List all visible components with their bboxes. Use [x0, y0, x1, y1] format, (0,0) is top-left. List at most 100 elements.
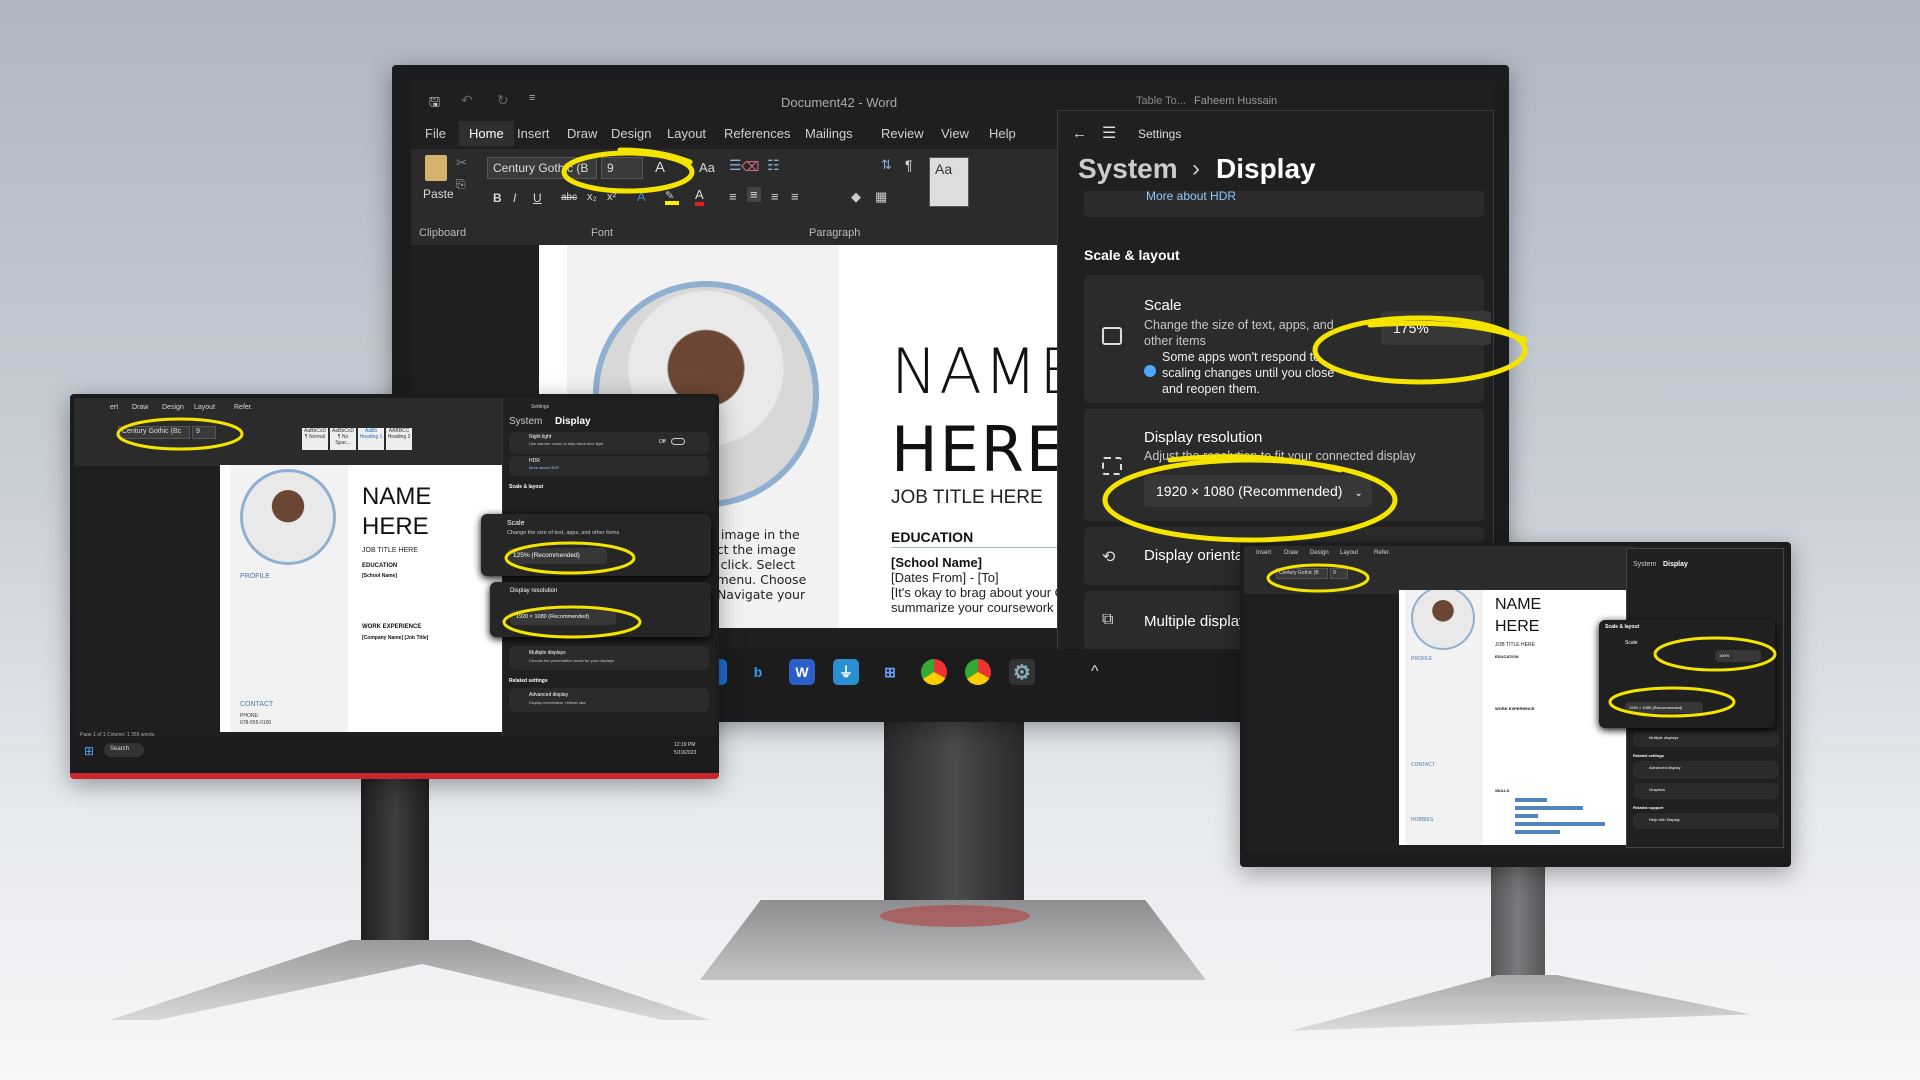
- grow-font-button[interactable]: A: [655, 159, 665, 176]
- plug-icon[interactable]: ⏚: [833, 659, 859, 685]
- right-font-size-select[interactable]: 9: [1330, 568, 1348, 579]
- tab-help[interactable]: Help: [979, 121, 1026, 146]
- back-icon[interactable]: ←: [1072, 125, 1087, 142]
- superscript-button[interactable]: x²: [607, 191, 616, 203]
- right-graphics-card[interactable]: Graphics: [1633, 783, 1779, 799]
- tab-insert[interactable]: Insert: [507, 121, 560, 146]
- pilcrow-icon[interactable]: ¶: [905, 157, 913, 173]
- right-help-card[interactable]: Help with Display: [1633, 813, 1779, 829]
- left-resolution-dropdown[interactable]: 1920 × 1080 (Recommended): [510, 610, 616, 625]
- change-case-button[interactable]: Aa: [699, 160, 715, 175]
- left-start-icon[interactable]: ⊞: [84, 744, 94, 758]
- right-font-name-select[interactable]: Century Gothic (B: [1276, 568, 1328, 579]
- left-night-light-toggle[interactable]: [671, 438, 685, 445]
- tab-references[interactable]: References: [714, 121, 800, 146]
- scale-dropdown[interactable]: 175%: [1381, 311, 1491, 345]
- tab-draw[interactable]: Draw: [557, 121, 607, 146]
- redo-icon[interactable]: ↻: [497, 92, 509, 109]
- left-multiple-card[interactable]: Multiple displays Choose the presentatio…: [509, 646, 709, 670]
- right-tab-design[interactable]: Design: [1310, 550, 1329, 556]
- settings-icon[interactable]: ⚙: [1009, 659, 1035, 685]
- hdr-card[interactable]: More about HDR: [1084, 189, 1484, 217]
- cut-icon[interactable]: ✂: [456, 155, 467, 171]
- word-icon[interactable]: W: [789, 659, 815, 685]
- tab-layout[interactable]: Layout: [657, 121, 716, 146]
- breadcrumb-system[interactable]: System: [1078, 153, 1178, 185]
- bullets-icon[interactable]: ☰: [729, 157, 742, 174]
- left-scale-dropdown[interactable]: 125% (Recommended): [507, 548, 607, 564]
- align-center-icon[interactable]: ≡: [747, 187, 761, 202]
- left-search-box[interactable]: Search: [104, 743, 144, 757]
- underline-button[interactable]: U: [533, 191, 542, 205]
- bold-button[interactable]: B: [493, 191, 502, 205]
- clear-format-icon[interactable]: ⌫: [741, 159, 759, 175]
- right-tab-layout[interactable]: Layout: [1340, 550, 1358, 556]
- menu-icon[interactable]: ☰: [1102, 123, 1116, 143]
- align-left-icon[interactable]: ≡: [729, 189, 737, 204]
- justify-icon[interactable]: ≡: [791, 189, 799, 204]
- styles-gallery[interactable]: Aa: [929, 157, 969, 207]
- left-night-light-card[interactable]: Night light Use warmer colors to help bl…: [509, 432, 709, 454]
- tab-file[interactable]: File: [415, 121, 456, 146]
- left-tab-insert[interactable]: ert: [110, 404, 118, 411]
- right-multiple-card[interactable]: Multiple displays: [1633, 731, 1779, 747]
- numbering-icon[interactable]: ☷: [767, 157, 780, 174]
- right-scale-dropdown[interactable]: 100%: [1715, 650, 1761, 662]
- user-name[interactable]: Faheem Hussain: [1194, 95, 1277, 107]
- undo-icon[interactable]: ↶: [461, 92, 473, 109]
- paste-button[interactable]: Paste: [423, 187, 454, 201]
- chrome-icon[interactable]: [921, 659, 947, 685]
- apps-icon[interactable]: ⊞: [877, 659, 903, 685]
- save-icon[interactable]: 🖫: [429, 93, 440, 115]
- sort-icon[interactable]: ⇅: [881, 157, 892, 173]
- borders-icon[interactable]: ▦: [875, 189, 887, 205]
- right-tab-insert[interactable]: Insert: [1256, 550, 1271, 556]
- chevron-up-icon[interactable]: ^: [1091, 663, 1099, 681]
- right-resolution-dropdown[interactable]: 1920 × 1080 (Recommended): [1625, 702, 1703, 713]
- left-tab-references[interactable]: Refer.: [234, 404, 253, 411]
- highlight-icon[interactable]: ✎: [665, 189, 679, 205]
- tab-design[interactable]: Design: [601, 121, 661, 146]
- subscript-button[interactable]: x₂: [587, 191, 597, 203]
- paste-icon[interactable]: [425, 155, 447, 181]
- customize-toolbar-icon[interactable]: ≡: [529, 92, 535, 104]
- italic-button[interactable]: I: [513, 191, 516, 205]
- chevron-down-icon: ⌄: [1354, 488, 1363, 499]
- main-monitor-stand-neck: [884, 720, 1024, 910]
- font-size-select[interactable]: 9: [601, 157, 643, 179]
- chrome-profile-icon[interactable]: [965, 659, 991, 685]
- strikethrough-button[interactable]: abc: [561, 192, 577, 203]
- font-name-select[interactable]: Century Gothic (B: [487, 157, 597, 179]
- left-tab-draw[interactable]: Draw: [132, 404, 148, 411]
- left-document-page[interactable]: PROFILE CONTACT PHONE: 678-555-0100 NAME…: [220, 465, 502, 732]
- left-font-name-select[interactable]: Century Gothic (Bc: [118, 426, 190, 439]
- main-monitor-base-ring: [880, 905, 1030, 927]
- left-style-normal[interactable]: AaBbCcD ¶ Normal: [302, 428, 328, 450]
- left-style-heading2[interactable]: AABBCC Heading 2: [386, 428, 412, 450]
- tab-home[interactable]: Home: [459, 121, 514, 146]
- left-tab-design[interactable]: Design: [162, 404, 184, 411]
- left-font-size-select[interactable]: 9: [192, 426, 216, 439]
- align-right-icon[interactable]: ≡: [771, 189, 779, 204]
- text-effects-icon[interactable]: A: [637, 189, 646, 204]
- right-tab-draw[interactable]: Draw: [1284, 550, 1298, 556]
- right-document-page[interactable]: PROFILE CONTACT HOBBIES NAME HERE JOB TI…: [1399, 590, 1627, 845]
- tab-review[interactable]: Review: [871, 121, 934, 146]
- window-title: Document42 - Word: [781, 95, 898, 110]
- copy-icon[interactable]: ⎘: [456, 177, 466, 192]
- shading-icon[interactable]: ◆: [851, 189, 861, 205]
- hdr-link[interactable]: More about HDR: [1146, 189, 1236, 203]
- tab-mailings[interactable]: Mailings: [795, 121, 863, 146]
- left-hdr-card[interactable]: HDR More about HDR: [509, 456, 709, 476]
- right-tab-references[interactable]: Refer.: [1374, 550, 1390, 556]
- left-advanced-card[interactable]: Advanced display Display information, re…: [509, 688, 709, 712]
- font-color-icon[interactable]: A: [695, 187, 704, 206]
- resolution-dropdown[interactable]: 1920 × 1080 (Recommended) ⌄: [1144, 475, 1372, 507]
- left-style-heading1[interactable]: AaBb Heading 1: [358, 428, 384, 450]
- left-style-nospacing[interactable]: AaBbCcD ¶ No Spac...: [330, 428, 356, 450]
- left-tab-layout[interactable]: Layout: [194, 404, 215, 411]
- left-hdr-link[interactable]: More about HDR: [529, 465, 559, 470]
- tab-view[interactable]: View: [931, 121, 979, 146]
- right-advanced-card[interactable]: Advanced display: [1633, 761, 1779, 779]
- bing-icon[interactable]: b: [745, 659, 771, 685]
